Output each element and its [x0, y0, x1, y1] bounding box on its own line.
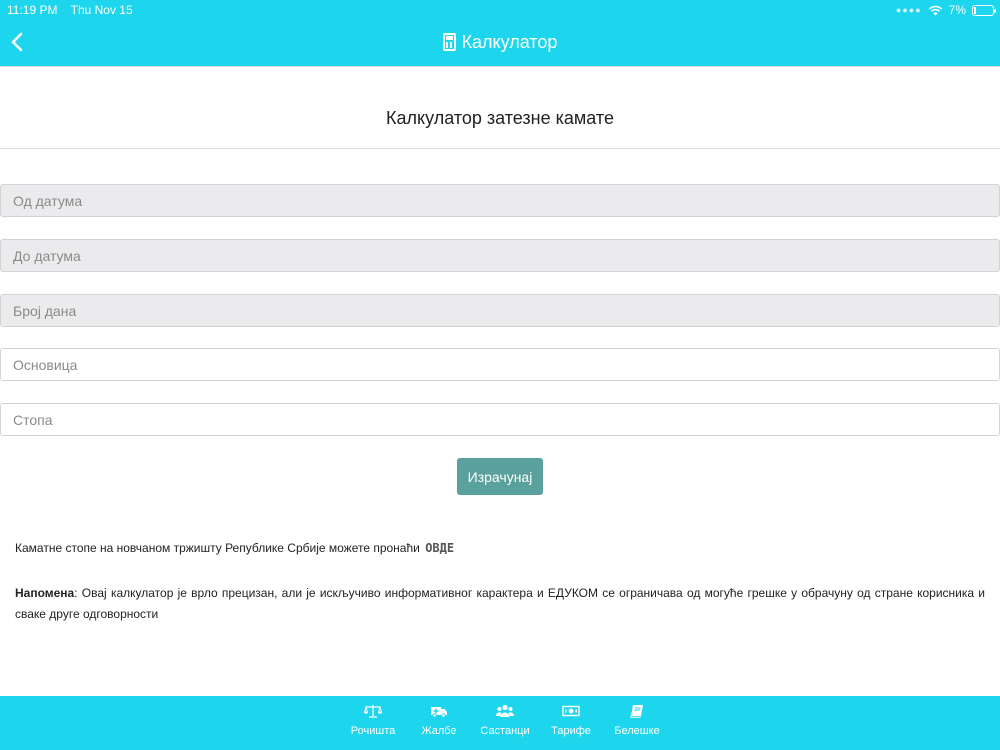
status-date: Thu Nov 15: [70, 3, 133, 17]
app-root: 11:19 PM Thu Nov 15 ●●●● 7% Калкулатор К…: [0, 0, 1000, 750]
tab-label: Белешке: [614, 725, 660, 737]
tab-label: Жалбе: [421, 725, 457, 737]
page-title: Калкулатор затезне камате: [386, 108, 614, 128]
nav-bar: Калкулатор: [0, 20, 1000, 66]
battery-icon: [972, 4, 996, 16]
users-icon: [496, 704, 514, 717]
days-field[interactable]: [0, 294, 1000, 327]
nav-title-text: Калкулатор: [461, 32, 558, 52]
interest-rates-info: Каматне стопе на новчаном тржишту Републ…: [15, 541, 454, 555]
book-icon: [629, 705, 643, 718]
battery-percent: 7%: [948, 3, 966, 17]
tab-meetings[interactable]: Састанци: [472, 696, 538, 750]
status-time: 11:19 PM: [7, 3, 58, 17]
tab-label: Састанци: [480, 725, 530, 737]
rate-field[interactable]: [0, 403, 1000, 436]
ambulance-icon: [431, 707, 447, 718]
title-divider: [0, 148, 1000, 149]
calculator-icon: [442, 33, 456, 51]
nav-title: Калкулатор: [0, 32, 1000, 53]
tab-appeals[interactable]: Жалбе: [406, 696, 472, 750]
tab-tariffs[interactable]: Тарифе: [538, 696, 604, 750]
note-label: Напомена: [15, 586, 75, 600]
money-icon: [562, 705, 580, 717]
interest-rates-link[interactable]: ОВДЕ: [425, 541, 454, 555]
tab-label: Рочишта: [350, 725, 396, 737]
tab-label: Тарифе: [551, 725, 591, 737]
disclaimer-note: Напомена: Овај калкулатор је врло прециз…: [15, 583, 985, 625]
note-text: : Овај калкулатор је врло прецизан, али …: [15, 586, 985, 621]
wifi-icon: [928, 5, 942, 15]
signal-icon: ●●●●: [895, 5, 922, 15]
status-bar: 11:19 PM Thu Nov 15 ●●●● 7%: [0, 0, 1000, 20]
to-date-field[interactable]: [0, 239, 1000, 272]
bottom-tab-bar: Рочишта Жалбе Састанци Тарифе Белешке: [0, 696, 1000, 750]
tab-notes[interactable]: Белешке: [604, 696, 670, 750]
interest-rates-text: Каматне стопе на новчаном тржишту Републ…: [15, 541, 420, 555]
calculate-button[interactable]: Израчунај: [457, 458, 543, 495]
from-date-field[interactable]: [0, 184, 1000, 217]
tab-hearings[interactable]: Рочишта: [340, 696, 406, 750]
scales-icon: [364, 705, 382, 718]
base-amount-field[interactable]: [0, 348, 1000, 381]
header-divider: [0, 66, 1000, 67]
